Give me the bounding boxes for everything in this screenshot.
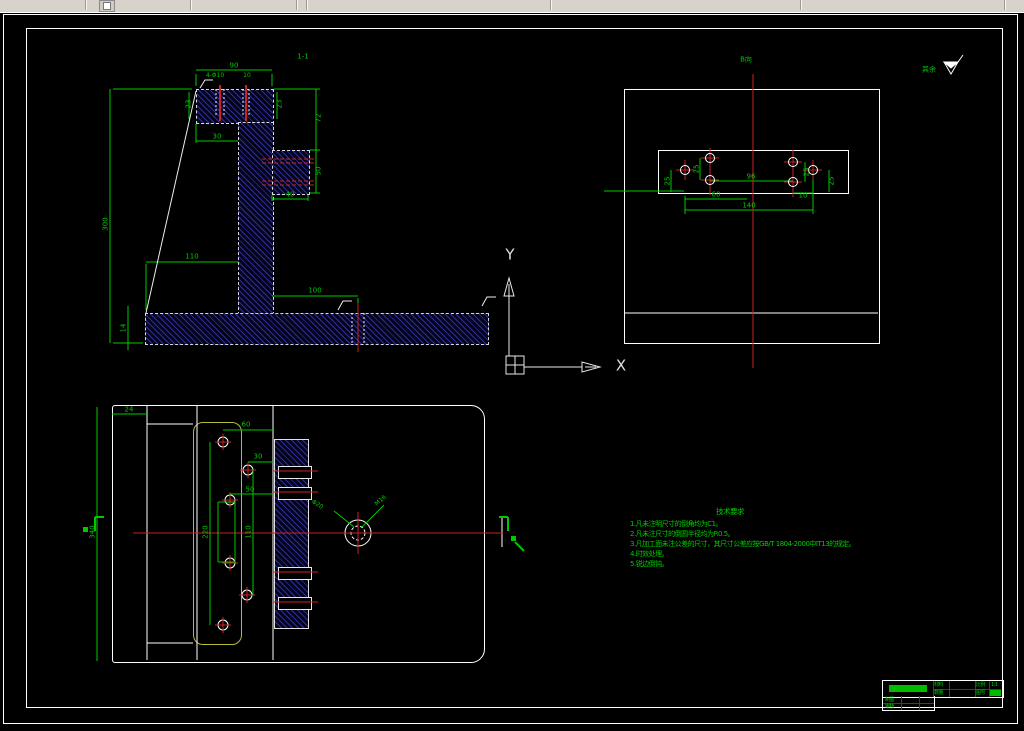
ucs-axis-icon bbox=[503, 276, 602, 375]
dimension-label: 50 bbox=[314, 166, 323, 176]
quantity-label: 数量 bbox=[934, 690, 944, 696]
dimension-label: 30 bbox=[212, 132, 222, 141]
surface-finish-icon bbox=[199, 79, 496, 311]
part-name-highlight bbox=[889, 685, 927, 692]
dimension-label: 60 bbox=[711, 190, 721, 199]
technical-notes: 技术要求 1.凡未注明尺寸的倒角均为C1。 2.凡未注尺寸的倒圆半径均为R0.5。… bbox=[630, 506, 856, 569]
dimension-label: 110 bbox=[185, 252, 199, 261]
dimension-label: 90 bbox=[229, 61, 239, 70]
dimension-label: 72 bbox=[314, 113, 323, 123]
dimension-label: 14 bbox=[119, 323, 128, 333]
material-label: 材料 bbox=[934, 682, 944, 688]
roughness-symbol-icon bbox=[942, 54, 964, 75]
drawn-by-label: 制图 bbox=[885, 697, 895, 703]
plan-view-dimension-lines bbox=[83, 407, 525, 661]
drawing-no-highlight bbox=[990, 690, 1001, 696]
technical-note-line: 1.凡未注明尺寸的倒角均为C1。 bbox=[630, 520, 723, 528]
title-block-signatures: 制图 审核 bbox=[882, 696, 935, 711]
dimension-label: 50 bbox=[245, 485, 255, 494]
dimension-label: 340 bbox=[88, 525, 97, 539]
b-view-centerlines bbox=[676, 74, 822, 368]
cad-application-window: 技术要求 1.凡未注明尺寸的倒角均为C1。 2.凡未注尺寸的倒圆半径均为R0.5。… bbox=[0, 0, 1024, 731]
section-mark-icon bbox=[83, 527, 88, 532]
dimension-label: 25 bbox=[663, 176, 672, 186]
drawing-no-label: 图号 bbox=[976, 690, 986, 696]
side-view-centerlines bbox=[219, 85, 359, 352]
technical-note-line: 3.凡加工面未注公差的尺寸，其尺寸公差应按GB/T 1804-2000中IT13… bbox=[630, 540, 856, 548]
dimension-label: 40 bbox=[285, 190, 295, 199]
technical-notes-title: 技术要求 bbox=[716, 507, 745, 516]
axis-label: X bbox=[615, 356, 627, 375]
dimension-label: 110 bbox=[244, 525, 253, 539]
view-label: 1-1 bbox=[297, 52, 309, 61]
dimension-label: 23 bbox=[275, 99, 284, 109]
dimension-label: 25 bbox=[827, 176, 836, 186]
dimension-label: 25 bbox=[802, 167, 811, 177]
dimension-label: 220 bbox=[201, 525, 210, 539]
axis-label: Y bbox=[505, 245, 515, 264]
dimension-label: 24 bbox=[124, 405, 134, 414]
dimension-label: 60 bbox=[241, 420, 251, 429]
dimension-label: 140 bbox=[742, 201, 756, 210]
surface-note: 其余 bbox=[922, 65, 936, 74]
technical-notes-lines: 1.凡未注明尺寸的倒角均为C1。 2.凡未注尺寸的倒圆半径均为R0.5。 3.凡加工… bbox=[630, 519, 856, 569]
technical-note-line: 4.时效处理。 bbox=[630, 550, 669, 558]
plan-view-centerlines bbox=[133, 434, 503, 633]
drawing-linework bbox=[83, 54, 964, 661]
dimension-label: 23 bbox=[184, 99, 193, 109]
dimension-label: 30 bbox=[253, 452, 263, 461]
dimension-label: 10 bbox=[798, 191, 808, 200]
dimension-label: 300 bbox=[101, 217, 110, 231]
checked-by-label: 审核 bbox=[885, 704, 895, 710]
technical-note-line: 2.凡未注尺寸的倒圆半径均为R0.5。 bbox=[630, 530, 735, 538]
section-mark-icon bbox=[511, 536, 516, 541]
scale-label: 比例 bbox=[976, 682, 986, 688]
dimension-label: 4-Φ10 bbox=[205, 72, 225, 79]
dimension-label: 96 bbox=[746, 172, 756, 181]
dimension-label: 10 bbox=[243, 72, 251, 79]
technical-note-line: 5.锐边倒钝。 bbox=[630, 560, 669, 568]
scale-value: 1:1 bbox=[991, 682, 998, 688]
dimension-label: 100 bbox=[308, 286, 322, 295]
dimension-label: 25 bbox=[692, 164, 701, 174]
view-label: B向 bbox=[740, 55, 752, 64]
